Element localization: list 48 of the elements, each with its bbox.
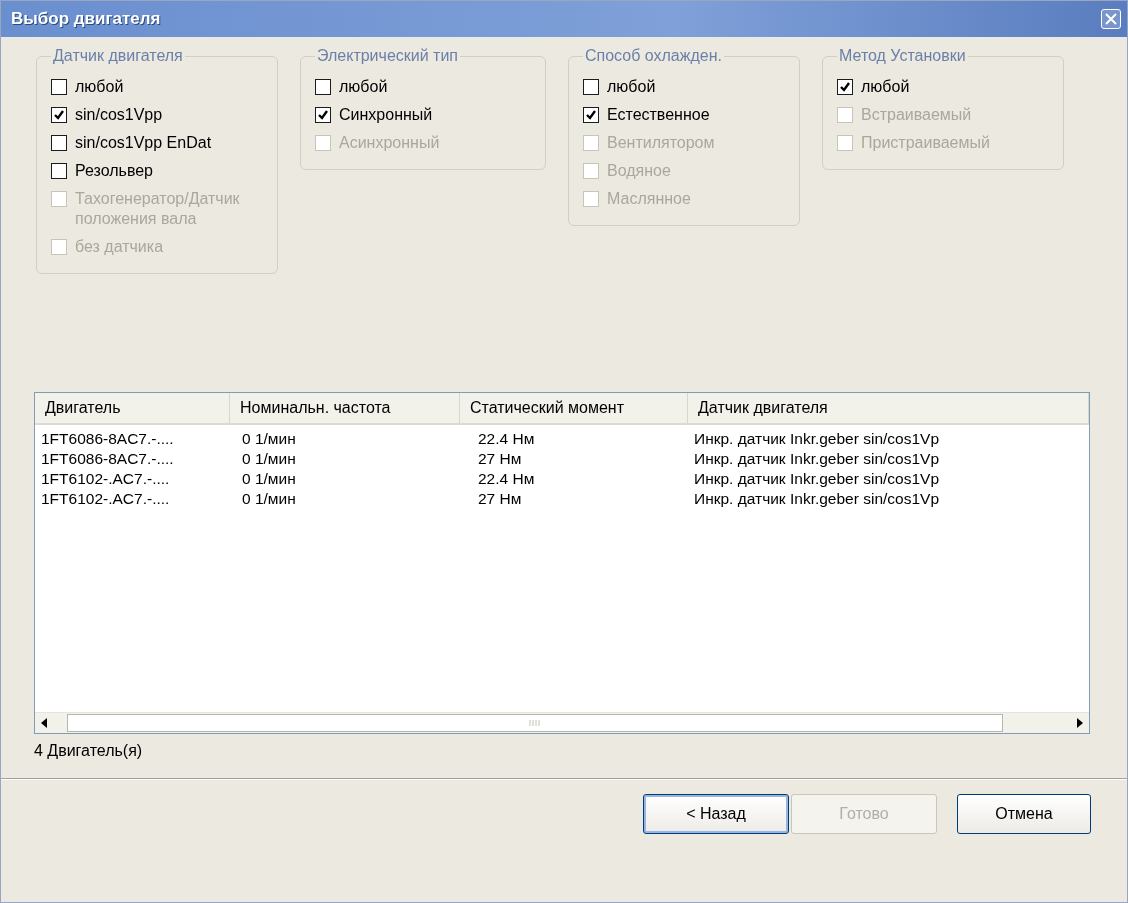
checkbox-label[interactable]: любой — [607, 77, 656, 97]
window-title: Выбор двигателя — [11, 9, 161, 29]
table-cell-text: 1FT6102-.AC7.-.... — [40, 489, 171, 509]
column-header[interactable]: Двигатель — [35, 393, 230, 423]
checkbox[interactable] — [315, 79, 331, 95]
status-text: 4 Двигатель(я) — [33, 741, 144, 761]
checkbox-label[interactable]: любой — [75, 77, 265, 97]
group-title: Датчик двигателя — [52, 47, 184, 65]
checkbox-label[interactable]: любой — [861, 77, 910, 97]
checkbox[interactable] — [51, 79, 67, 95]
checkbox[interactable] — [583, 107, 599, 123]
dialog-button[interactable]: Отмена — [957, 794, 1091, 834]
table-cell-text: Инкр. датчик Inkr.geber sin/cos1Vp — [693, 429, 941, 449]
group-title: Метод Установки — [838, 47, 967, 65]
checkbox-label[interactable]: Естественное — [607, 105, 710, 125]
group-title: Способ охлажден. — [584, 47, 723, 65]
group-title: Электрический тип — [316, 47, 460, 65]
table-cell-text: 1FT6086-8AC7.-.... — [40, 449, 175, 469]
table-cell-text: 0 1/мин — [241, 469, 297, 489]
table-cell-text: Инкр. датчик Inkr.geber sin/cos1Vp — [693, 489, 941, 509]
table-cell-text: 1FT6102-.AC7.-.... — [40, 469, 171, 489]
dialog-button[interactable]: < Назад — [643, 794, 789, 834]
table-cell-text: 27 Нм — [477, 489, 523, 509]
checkbox-label[interactable]: sin/cos1Vpp — [75, 105, 265, 125]
column-header[interactable]: Статический момент — [460, 393, 688, 423]
checkbox-label[interactable]: Резольвер — [75, 161, 265, 181]
table-cell-text: Инкр. датчик Inkr.geber sin/cos1Vp — [693, 469, 941, 489]
table-cell-text: Инкр. датчик Inkr.geber sin/cos1Vp — [693, 449, 941, 469]
checkbox[interactable] — [583, 79, 599, 95]
table-cell-text: 0 1/мин — [241, 489, 297, 509]
close-icon[interactable] — [1101, 9, 1121, 29]
checkbox[interactable] — [51, 135, 67, 151]
table-cell-text: 22.4 Нм — [477, 469, 536, 489]
table-cell-text: 1FT6086-8AC7.-.... — [40, 429, 175, 449]
column-header[interactable]: Датчик двигателя — [688, 393, 1089, 423]
scrollbar-thumb[interactable] — [67, 714, 1003, 732]
table-cell-text: 0 1/мин — [241, 429, 297, 449]
checkbox[interactable] — [837, 79, 853, 95]
checkbox-label[interactable]: Синхронный — [339, 105, 433, 125]
checkbox[interactable] — [51, 107, 67, 123]
column-header[interactable]: Номинальн. частота — [230, 393, 460, 423]
checkbox[interactable] — [51, 163, 67, 179]
checkbox-label[interactable]: sin/cos1Vpp EnDat — [75, 133, 265, 153]
table-cell-text: 0 1/мин — [241, 449, 297, 469]
checkbox-label[interactable]: любой — [339, 77, 388, 97]
checkbox[interactable] — [315, 107, 331, 123]
table-cell-text: 27 Нм — [477, 449, 523, 469]
table-cell-text: 22.4 Нм — [477, 429, 536, 449]
